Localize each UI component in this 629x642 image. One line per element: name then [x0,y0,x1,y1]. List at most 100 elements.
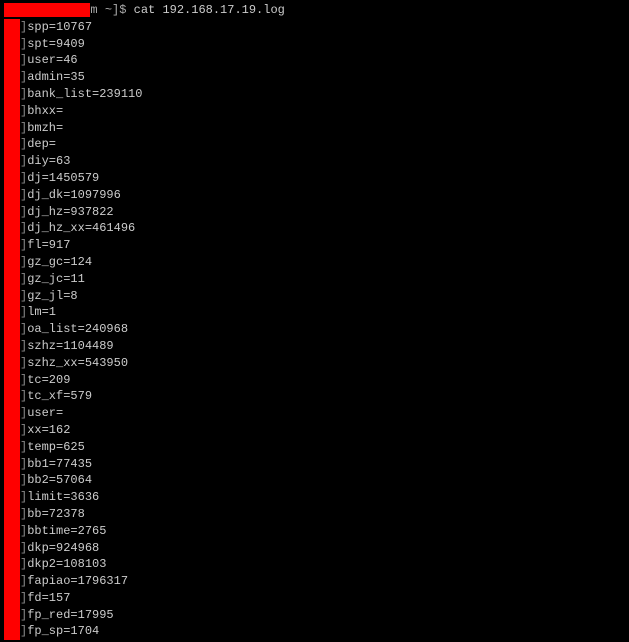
key-value: temp=625 [27,440,85,454]
log-line: ]szhz_xx=543950 [4,355,625,372]
key-value: limit=3636 [27,490,99,504]
key-value: gz_jl=8 [27,289,77,303]
line-marker [4,405,20,422]
log-line: ]dkp=924968 [4,540,625,557]
key-value: user= [27,406,63,420]
key-value: fp_red=17995 [27,608,113,622]
line-marker [4,372,20,389]
log-line: ]limit=3636 [4,489,625,506]
log-line: ]dep= [4,136,625,153]
log-line: ]szhz=1104489 [4,338,625,355]
bracket: ] [20,624,27,638]
key-value: bmzh= [27,121,63,135]
line-marker [4,540,20,557]
log-line: ]lm=1 [4,304,625,321]
log-line: ]admin=35 [4,69,625,86]
line-marker [4,120,20,137]
line-marker [4,523,20,540]
log-line: ]dkp2=108103 [4,556,625,573]
line-marker [4,388,20,405]
line-marker [4,456,20,473]
log-line: ]oa_list=240968 [4,321,625,338]
key-value: bb2=57064 [27,473,92,487]
log-line: ]temp=625 [4,439,625,456]
line-marker [4,439,20,456]
key-value: bank_list=239110 [27,87,142,101]
log-line: ]fapiao=1796317 [4,573,625,590]
log-line: ]dj_dk=1097996 [4,187,625,204]
line-marker [4,338,20,355]
line-marker [4,304,20,321]
log-line: ]fl=917 [4,237,625,254]
line-marker [4,187,20,204]
terminal-window[interactable]: m ~]$ cat 192.168.17.19.log ]spp=10767 ]… [0,0,629,642]
log-line: ]bank_list=239110 [4,86,625,103]
log-line: ]spp=10767 [4,19,625,36]
log-line: ]xx=162 [4,422,625,439]
log-line: ]gz_jl=8 [4,288,625,305]
log-line: ]dj_hz=937822 [4,204,625,221]
key-value: szhz=1104489 [27,339,113,353]
key-value: dkp=924968 [27,541,99,555]
line-marker [4,69,20,86]
log-line: ]tc=209 [4,372,625,389]
line-marker [4,590,20,607]
line-marker [4,355,20,372]
key-value: fapiao=1796317 [27,574,128,588]
prompt-host-masked [4,3,90,17]
key-value: spp=10767 [27,20,92,34]
line-marker [4,220,20,237]
line-marker [4,103,20,120]
prompt-line: m ~]$ cat 192.168.17.19.log [4,2,625,19]
key-value: tc_xf=579 [27,389,92,403]
line-marker [4,170,20,187]
line-marker [4,52,20,69]
key-value: fl=917 [27,238,70,252]
line-marker [4,254,20,271]
key-value: user=46 [27,53,77,67]
log-line: ]bbtime=2765 [4,523,625,540]
command-output: ]spp=10767 ]spt=9409 ]user=46 ]admin=35 … [4,19,625,640]
key-value: dj_dk=1097996 [27,188,121,202]
key-value: spt=9409 [27,37,85,51]
line-marker [4,136,20,153]
log-line: ]dj_hz_xx=461496 [4,220,625,237]
key-value: bbtime=2765 [27,524,106,538]
log-line: ]fp_red=17995 [4,607,625,624]
key-value: bhxx= [27,104,63,118]
log-line: ]dj=1450579 [4,170,625,187]
log-line: ]bhxx= [4,103,625,120]
log-line: ]bmzh= [4,120,625,137]
line-marker [4,36,20,53]
log-line: ]gz_jc=11 [4,271,625,288]
line-marker [4,472,20,489]
log-line: ]bb2=57064 [4,472,625,489]
log-line: ]user=46 [4,52,625,69]
line-marker [4,288,20,305]
line-marker [4,19,20,36]
line-marker [4,556,20,573]
key-value: bb=72378 [27,507,85,521]
line-marker [4,204,20,221]
key-value: dj=1450579 [27,171,99,185]
key-value: fp_sp=1704 [27,624,99,638]
line-marker [4,489,20,506]
log-line: ]user= [4,405,625,422]
key-value: diy=63 [27,154,70,168]
line-marker [4,86,20,103]
line-marker [4,573,20,590]
key-value: gz_gc=124 [27,255,92,269]
key-value: oa_list=240968 [27,322,128,336]
log-line: ]fp_sp=1704 [4,623,625,640]
log-line: ]bb=72378 [4,506,625,523]
log-line: ]gz_gc=124 [4,254,625,271]
key-value: admin=35 [27,70,85,84]
key-value: dkp2=108103 [27,557,106,571]
line-marker [4,321,20,338]
key-value: xx=162 [27,423,70,437]
log-line: ]tc_xf=579 [4,388,625,405]
log-line: ]diy=63 [4,153,625,170]
key-value: szhz_xx=543950 [27,356,128,370]
key-value: dj_hz_xx=461496 [27,221,135,235]
key-value: tc=209 [27,373,70,387]
